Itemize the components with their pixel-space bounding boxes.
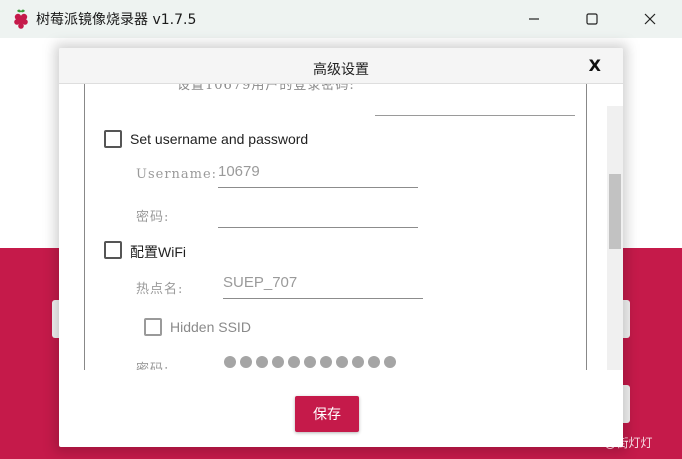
dialog-header: 高级设置 X — [59, 48, 623, 84]
dialog-title: 高级设置 — [313, 62, 369, 78]
clipped-field-underline — [375, 115, 575, 116]
password-mask-dot — [352, 356, 364, 368]
title-bar: 树莓派镜像烧录器 v1.7.5 — [0, 0, 682, 38]
raspberry-logo — [14, 9, 28, 29]
wifi-password-label: 密码: — [136, 362, 170, 370]
password-mask-dot — [304, 356, 316, 368]
set-username-password-checkbox[interactable] — [104, 130, 122, 148]
password-mask-dot — [384, 356, 396, 368]
ssid-input[interactable]: SUEP_707 — [223, 274, 297, 291]
panel-border — [586, 84, 587, 370]
maximize-button[interactable] — [570, 4, 614, 34]
password-mask-dot — [320, 356, 332, 368]
password-mask-dot — [256, 356, 268, 368]
clipped-field-label: 设置10679用户的登录密码: — [177, 84, 355, 93]
wifi-password-input[interactable] — [224, 356, 396, 368]
password-mask-dot — [272, 356, 284, 368]
minimize-button[interactable] — [512, 4, 556, 34]
save-button[interactable]: 保存 — [295, 396, 359, 432]
ssid-label: 热点名: — [136, 282, 184, 297]
scrollbar-thumb[interactable] — [609, 174, 621, 249]
username-label: Username: — [136, 167, 218, 182]
password-mask-dot — [224, 356, 236, 368]
maximize-icon — [586, 13, 598, 25]
password-mask-dot — [240, 356, 252, 368]
hidden-ssid-label: Hidden SSID — [170, 319, 251, 335]
dialog-close-button[interactable]: X — [589, 56, 601, 75]
configure-wifi-checkbox[interactable] — [104, 241, 122, 259]
configure-wifi-label: 配置WiFi — [130, 244, 186, 260]
password-mask-dot — [288, 356, 300, 368]
hidden-ssid-checkbox[interactable] — [144, 318, 162, 336]
password-mask-dot — [368, 356, 380, 368]
ssid-underline — [223, 298, 423, 299]
watermark: CSDN @街灯灯 — [567, 436, 653, 450]
window-close-button[interactable] — [628, 4, 672, 34]
username-underline — [218, 187, 418, 188]
password-underline — [218, 227, 418, 228]
panel-border — [84, 84, 85, 370]
minimize-icon — [529, 18, 539, 20]
advanced-settings-dialog: 高级设置 X 设置10679用户的登录密码: Set username and … — [59, 48, 623, 447]
password-mask-dot — [336, 356, 348, 368]
password-label: 密码: — [136, 210, 170, 225]
set-username-password-label: Set username and password — [130, 131, 309, 147]
username-input[interactable]: 10679 — [218, 163, 260, 180]
settings-scroll-area[interactable]: 设置10679用户的登录密码: Set username and passwor… — [59, 84, 623, 370]
close-icon — [644, 13, 656, 25]
window-title: 树莓派镜像烧录器 v1.7.5 — [36, 12, 197, 28]
